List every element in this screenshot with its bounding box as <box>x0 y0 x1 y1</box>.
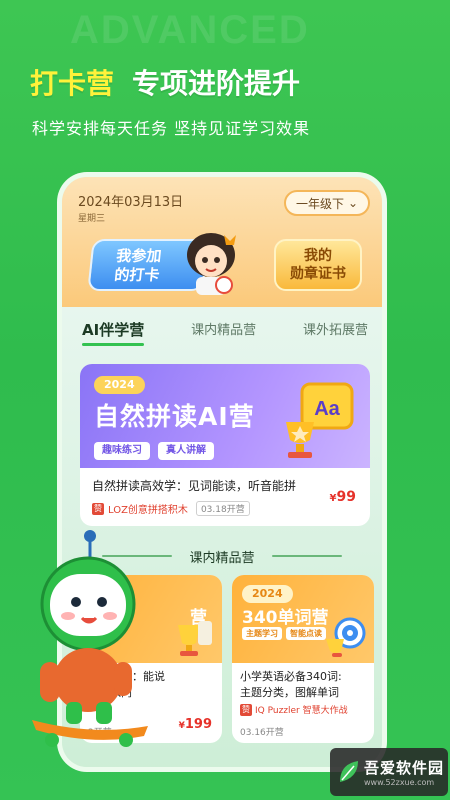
my-badges-button[interactable]: 我的 勋章证书 <box>274 239 362 291</box>
chevron-down-icon: ⌄ <box>347 196 359 210</box>
hero-subtitle: 科学安排每天任务 坚持见证学习效果 <box>32 119 311 138</box>
phone-header: 2024年03月13日 星期三 一年级下 ⌄ 我参加 的打卡 我的 勋章证书 <box>62 177 382 307</box>
camp-card-340-tags: 主题学习 智能点读 <box>242 627 326 640</box>
year-badge: 2024 <box>94 376 145 394</box>
badge-label-line2: 勋章证书 <box>290 266 346 282</box>
brand-icon: 赞 <box>240 703 252 716</box>
trophy-icon <box>178 621 212 656</box>
trophy-text: Aa <box>314 398 340 420</box>
robot-mascot-icon <box>32 530 148 747</box>
ai-camp-banner: 2024 自然拼读AI营 趣味练习 真人讲解 Aa <box>80 364 370 468</box>
ai-tag-live-teacher: 真人讲解 <box>158 442 214 460</box>
tag-topic-learning: 主题学习 <box>242 627 282 640</box>
tab-ai-camp[interactable]: AI伴学营 <box>82 319 145 346</box>
background-watermark-text: ADVANCED <box>70 8 310 52</box>
ai-camp-title: 自然拼读AI营 <box>94 402 255 431</box>
trophy-icon: Aa <box>286 382 354 458</box>
tab-inclass-camp[interactable]: 课内精品营 <box>191 319 256 346</box>
camp-card-340-meta: 赞 IQ Puzzler 智慧大作战 <box>240 703 348 716</box>
hero-title-accent: 打卡营 <box>30 67 115 100</box>
site-watermark: 吾爱软件园 www.52zxue.com <box>330 748 448 796</box>
camp-card-340-title: 340单词营 <box>242 608 329 628</box>
camp-card-left-price: ¥199 <box>178 717 212 732</box>
camp-card-340-description: 小学英语必备340词: 主题分类，图解单词 <box>240 670 342 699</box>
current-date: 2024年03月13日 <box>78 195 184 210</box>
camp-card-340-words[interactable]: 2024 340单词营 主题学习 智能点读 小学英语必备340词: 主题分类，图… <box>232 575 374 743</box>
girl-mascot-icon <box>187 233 236 295</box>
camp-card-340-brand: IQ Puzzler 智慧大作战 <box>255 706 348 716</box>
watermark-url: www.52zxue.com <box>364 778 435 787</box>
ai-camp-meta: 赞 LOZ创意拼搭积木 03.18开营 <box>92 501 250 516</box>
ai-camp-start-date: 03.18开营 <box>195 501 250 516</box>
camp-tabs: AI伴学营 课内精品营 课外拓展营 <box>82 319 368 346</box>
grade-value: 一年级下 <box>295 196 344 211</box>
year-badge: 2024 <box>242 585 293 603</box>
current-weekday: 星期三 <box>78 214 106 224</box>
watermark-title: 吾爱软件园 <box>364 759 445 777</box>
checkin-label-line2: 的打卡 <box>113 266 161 284</box>
leaf-logo-icon <box>340 761 358 782</box>
ai-camp-brand: LOZ创意拼搭积木 <box>108 505 188 516</box>
camp-card-340-banner: 2024 340单词营 主题学习 智能点读 <box>232 575 374 663</box>
grade-select[interactable]: 一年级下 ⌄ <box>284 190 370 216</box>
tab-extracurricular-camp[interactable]: 课外拓展营 <box>303 319 368 346</box>
ai-tag-fun-practice: 趣味练习 <box>94 442 150 460</box>
hero-title-main: 专项进阶提升 <box>132 67 301 100</box>
brand-icon: 赞 <box>92 502 104 515</box>
ai-camp-description: 自然拼读高效学：见词能读，听音能拼 <box>92 479 297 493</box>
ai-camp-card[interactable]: 2024 自然拼读AI营 趣味练习 真人讲解 Aa 自然拼读高效学：见词能读，听… <box>80 364 370 526</box>
target-icon <box>326 617 366 657</box>
camp-card-340-start-date: 03.16开营 <box>240 728 284 738</box>
badge-label-line1: 我的 <box>304 248 332 264</box>
hero-title: 打卡营 专项进阶提升 <box>30 62 300 102</box>
ai-camp-price: ¥99 <box>329 489 356 505</box>
tag-smart-reading: 智能点读 <box>286 627 326 640</box>
checkin-label-line1: 我参加 <box>115 247 163 265</box>
